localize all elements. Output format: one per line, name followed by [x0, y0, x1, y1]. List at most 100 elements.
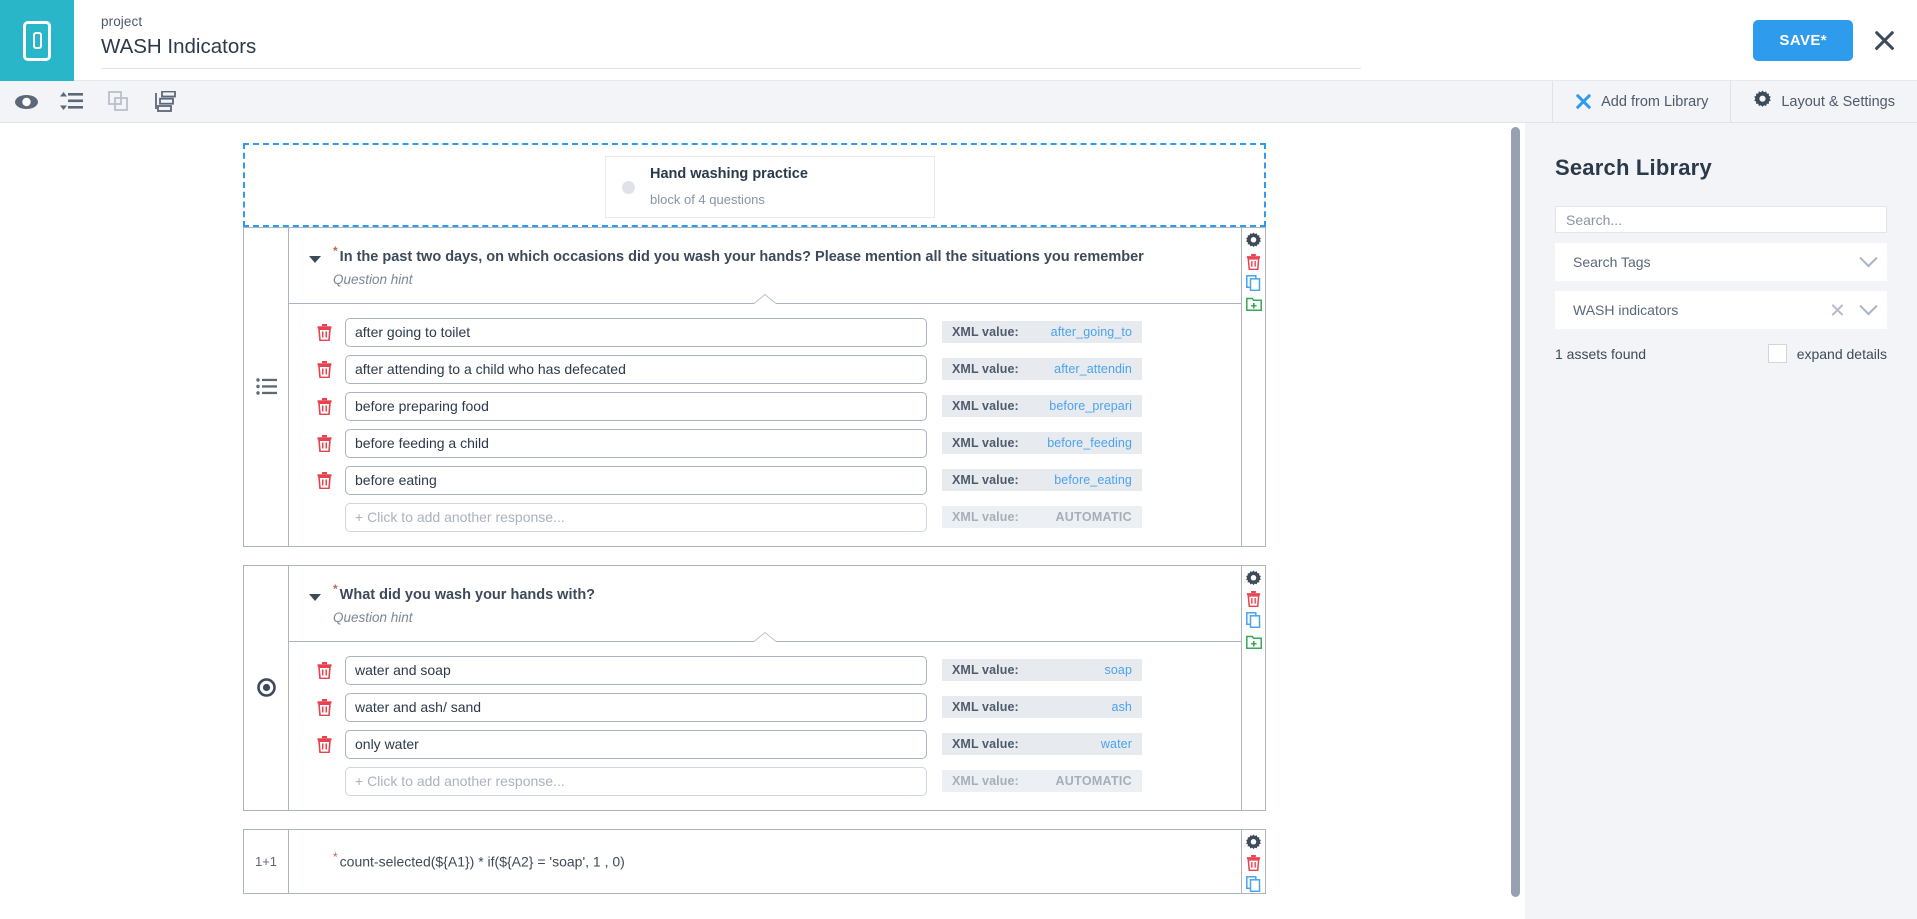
delete-trash-icon[interactable] — [1245, 591, 1262, 608]
response-input[interactable] — [345, 693, 927, 722]
select-many-list-icon[interactable] — [244, 228, 289, 546]
question-body: *count-selected(${A1}) * if(${A2} = 'soa… — [289, 830, 1241, 893]
gear-icon — [1753, 90, 1772, 113]
delete-trash-icon[interactable] — [317, 736, 337, 753]
xml-value-text[interactable]: after_attendin — [1054, 362, 1132, 376]
response-input[interactable] — [345, 466, 927, 495]
app-logo[interactable] — [0, 0, 74, 81]
duplicate-copy-icon[interactable] — [1245, 876, 1262, 893]
question-body: *What did you wash your hands with? Ques… — [289, 566, 1241, 810]
xml-value-label: XML value: — [952, 774, 1019, 788]
xml-value-chip: XML value: ash — [942, 696, 1142, 718]
add-response-input[interactable] — [345, 503, 927, 532]
duplicate-copy-icon[interactable] — [1245, 274, 1262, 291]
response-input[interactable] — [345, 392, 927, 421]
editor-toolbar: Add from Library Layout & Settings — [0, 81, 1917, 123]
question-header: *What did you wash your hands with? Ques… — [289, 566, 1241, 642]
chevron-down-icon — [1859, 249, 1877, 267]
response-input[interactable] — [345, 429, 927, 458]
question-label-text: In the past two days, on which occasions… — [340, 249, 1144, 265]
xml-value-chip: XML value: after_going_to — [942, 321, 1142, 343]
xml-value-chip: XML value: soap — [942, 659, 1142, 681]
question-body: *In the past two days, on which occasion… — [289, 228, 1241, 546]
group-card[interactable]: Hand washing practice block of 4 questio… — [605, 156, 935, 218]
header-actions: SAVE* — [1753, 0, 1917, 80]
close-icon[interactable] — [1871, 27, 1897, 53]
preview-eye-icon[interactable] — [13, 90, 39, 114]
calculate-icon[interactable]: 1+1 — [244, 830, 289, 893]
question-card: *In the past two days, on which occasion… — [243, 227, 1266, 547]
project-name[interactable]: WASH Indicators — [101, 32, 1361, 69]
xml-value-text[interactable]: after_going_to — [1051, 325, 1132, 339]
plus-cross-icon — [1575, 93, 1592, 110]
search-library-panel: Search Library Search Tags WASH indicato… — [1525, 123, 1917, 919]
library-search-input[interactable] — [1555, 206, 1887, 233]
search-tags-select[interactable]: Search Tags — [1555, 243, 1887, 281]
calculation-expression[interactable]: *count-selected(${A1}) * if(${A2} = 'soa… — [333, 848, 1241, 872]
duplicate-copy-icon[interactable] — [1245, 612, 1262, 629]
delete-trash-icon[interactable] — [317, 472, 337, 489]
xml-value-label: XML value: — [952, 362, 1019, 376]
delete-trash-icon[interactable] — [317, 699, 337, 716]
add-from-library-button[interactable]: Add from Library — [1552, 81, 1730, 122]
xml-value-text[interactable]: ash — [1112, 700, 1132, 714]
delete-trash-icon[interactable] — [317, 662, 337, 679]
layout-settings-label: Layout & Settings — [1781, 94, 1895, 110]
layout-settings-button[interactable]: Layout & Settings — [1730, 81, 1917, 122]
xml-value-text[interactable]: before_prepari — [1049, 399, 1132, 413]
delete-trash-icon[interactable] — [317, 324, 337, 341]
expand-details-toggle[interactable]: expand details — [1768, 344, 1887, 363]
duplicate-icon[interactable] — [105, 90, 131, 114]
question-header: *count-selected(${A1}) * if(${A2} = 'soa… — [289, 830, 1241, 887]
response-row: XML value: before_prepari — [289, 392, 1241, 421]
delete-trash-icon[interactable] — [317, 361, 337, 378]
clear-filter-icon[interactable] — [1830, 303, 1845, 318]
xml-value-text[interactable]: before_eating — [1054, 473, 1132, 487]
xml-value-label: XML value: — [952, 663, 1019, 677]
question-label[interactable]: *What did you wash your hands with? — [333, 580, 1241, 605]
response-input[interactable] — [345, 656, 927, 685]
xml-value-auto: AUTOMATIC — [1055, 774, 1132, 788]
collapse-caret-icon[interactable] — [309, 256, 321, 263]
question-action-rail — [1241, 566, 1265, 810]
question-label[interactable]: *In the past two days, on which occasion… — [333, 242, 1241, 267]
xml-value-text[interactable]: before_feeding — [1047, 436, 1132, 450]
question-hint[interactable]: Question hint — [333, 609, 1241, 627]
xml-value-label: XML value: — [952, 737, 1019, 751]
delete-trash-icon[interactable] — [317, 398, 337, 415]
collapse-caret-icon[interactable] — [309, 594, 321, 601]
vertical-scrollbar[interactable] — [1511, 127, 1520, 897]
required-marker: * — [333, 850, 338, 864]
question-label-text: What did you wash your hands with? — [340, 587, 595, 603]
add-to-library-folder-icon[interactable] — [1245, 295, 1262, 312]
selected-filter-select[interactable]: WASH indicators — [1555, 291, 1887, 329]
question-group-block[interactable]: Hand washing practice block of 4 questio… — [243, 143, 1266, 227]
settings-gear-icon[interactable] — [1245, 834, 1262, 851]
response-list: XML value: after_going_to XML value: aft… — [289, 304, 1241, 546]
required-marker: * — [333, 244, 338, 258]
question-hint[interactable]: Question hint — [333, 271, 1241, 289]
expand-details-checkbox[interactable] — [1768, 344, 1787, 363]
select-one-radio-icon[interactable] — [244, 566, 289, 810]
xml-value-text[interactable]: soap — [1104, 663, 1132, 677]
expand-collapse-list-icon[interactable] — [59, 90, 85, 114]
add-response-input[interactable] — [345, 767, 927, 796]
group-title: Hand washing practice — [650, 165, 934, 184]
delete-trash-icon[interactable] — [1245, 855, 1262, 872]
delete-trash-icon[interactable] — [317, 435, 337, 452]
response-input[interactable] — [345, 318, 927, 347]
response-input[interactable] — [345, 355, 927, 384]
response-row: XML value: water — [289, 730, 1241, 759]
selected-filter-label: WASH indicators — [1573, 302, 1830, 318]
response-row: XML value: after_attendin — [289, 355, 1241, 384]
xml-value-text[interactable]: water — [1101, 737, 1132, 751]
settings-gear-icon[interactable] — [1245, 232, 1262, 249]
toolbar-icon-group — [0, 81, 177, 122]
group-subtitle: block of 4 questions — [650, 191, 934, 208]
delete-trash-icon[interactable] — [1245, 253, 1262, 270]
settings-gear-icon[interactable] — [1245, 570, 1262, 587]
response-input[interactable] — [345, 730, 927, 759]
cascade-layout-icon[interactable] — [151, 90, 177, 114]
add-to-library-folder-icon[interactable] — [1245, 633, 1262, 650]
save-button[interactable]: SAVE* — [1753, 20, 1853, 61]
